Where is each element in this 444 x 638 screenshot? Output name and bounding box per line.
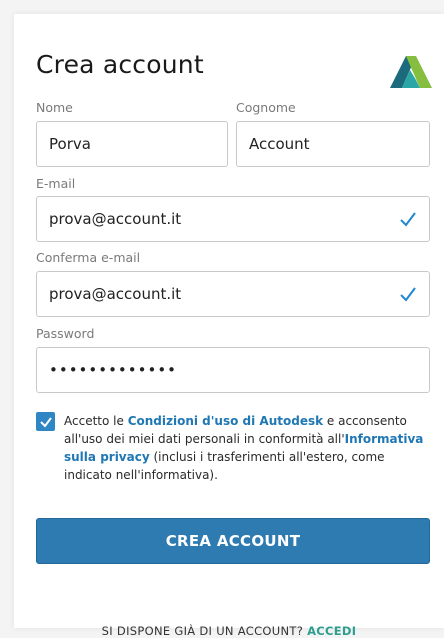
first-name-value: Porva (49, 135, 91, 153)
first-name-label: Nome (36, 100, 73, 115)
confirm-email-field[interactable]: prova@account.it (36, 271, 430, 317)
signin-prompt-text: SI DISPONE GIÀ DI UN ACCOUNT? (101, 624, 308, 638)
password-field[interactable]: ••••••••••••• (36, 347, 430, 393)
email-field[interactable]: prova@account.it (36, 196, 430, 242)
last-name-label: Cognome (236, 100, 296, 115)
page-title: Crea account (36, 50, 204, 79)
confirm-email-label: Conferma e-mail (36, 250, 141, 265)
checkmark-icon (400, 287, 416, 302)
consent-text: Accetto le Condizioni d'uso di Autodesk … (64, 412, 424, 484)
autodesk-logo (390, 56, 432, 88)
checkbox-checked-icon (39, 416, 52, 428)
password-value: ••••••••••••• (49, 361, 178, 379)
first-name-field[interactable]: Porva (36, 121, 228, 167)
signup-card: Crea account Nome Porva Cognome Account … (14, 14, 444, 638)
consent-checkbox[interactable] (36, 412, 55, 431)
signin-link[interactable]: ACCEDI (307, 624, 356, 638)
last-name-value: Account (249, 135, 310, 153)
email-value: prova@account.it (49, 210, 182, 228)
checkmark-icon (400, 212, 416, 227)
create-account-button[interactable]: CREA ACCOUNT (36, 518, 430, 564)
consent-text-1: Accetto le (64, 414, 128, 428)
last-name-field[interactable]: Account (236, 121, 430, 167)
confirm-email-value: prova@account.it (49, 285, 182, 303)
email-label: E-mail (36, 176, 76, 191)
signin-prompt: SI DISPONE GIÀ DI UN ACCOUNT? ACCEDI (14, 624, 444, 638)
password-label: Password (36, 326, 95, 341)
terms-link[interactable]: Condizioni d'uso di Autodesk (128, 414, 323, 428)
